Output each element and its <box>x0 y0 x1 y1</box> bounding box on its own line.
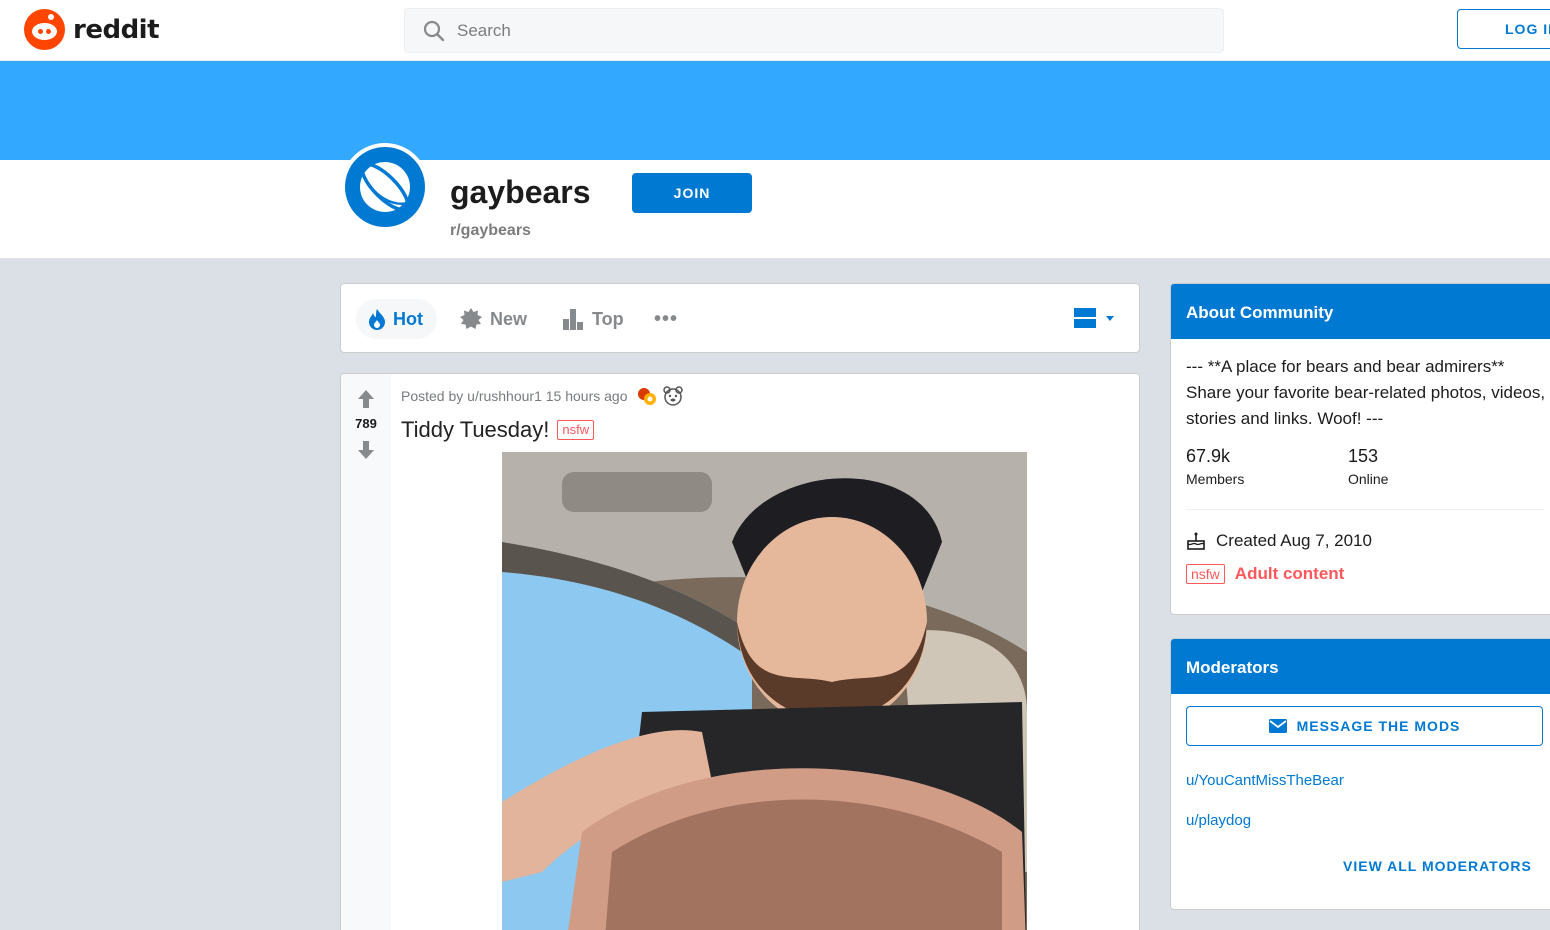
sort-top-label: Top <box>592 308 624 329</box>
subreddit-avatar <box>341 143 429 231</box>
sort-new-label: New <box>490 308 528 329</box>
subreddit-title: gaybears <box>450 174 591 210</box>
sort-hot-button[interactable]: Hot <box>356 299 437 339</box>
message-mods-label: MESSAGE THE MODS <box>1296 718 1461 734</box>
post-title-text: Tiddy Tuesday! <box>401 417 550 442</box>
upvote-icon[interactable] <box>357 389 375 409</box>
top-chart-icon <box>563 309 583 330</box>
mail-icon <box>1268 719 1287 733</box>
post-title[interactable]: Tiddy Tuesday! nsfw <box>401 417 595 443</box>
top-header: reddit LOG IN <box>0 0 1550 61</box>
online-count: 153 <box>1348 446 1379 466</box>
sort-hot-label: Hot <box>393 308 423 329</box>
nsfw-badge: nsfw <box>557 420 595 440</box>
cake-icon <box>1187 532 1205 550</box>
divider <box>1186 509 1544 510</box>
join-button[interactable]: JOIN <box>632 173 752 213</box>
created-date-text: Created Aug 7, 2010 <box>1216 531 1372 550</box>
message-mods-button[interactable]: MESSAGE THE MODS <box>1186 706 1543 746</box>
vote-count: 789 <box>355 416 377 431</box>
selfie-photo <box>502 452 1027 930</box>
post-card[interactable]: 789 Posted by u/rushhour1 15 hours ago T… <box>340 373 1140 930</box>
login-button[interactable]: LOG IN <box>1457 9 1550 49</box>
planet-icon <box>360 162 410 212</box>
about-community-card: About Community --- **A place for bears … <box>1170 283 1550 615</box>
members-count: 67.9k <box>1186 446 1231 466</box>
adult-content-row: nsfw Adult content <box>1186 564 1344 584</box>
post-meta-text: Posted by u/rushhour1 15 hours ago <box>401 388 628 404</box>
sort-new-button[interactable]: New <box>459 299 527 339</box>
award-icon <box>637 388 656 405</box>
about-community-heading: About Community <box>1171 284 1550 339</box>
sort-bar: Hot New Top ••• <box>340 283 1140 353</box>
new-burst-icon <box>460 308 482 329</box>
search-bar[interactable] <box>404 8 1224 53</box>
flame-icon <box>369 309 385 330</box>
downvote-icon[interactable] <box>357 440 375 460</box>
moderators-heading: Moderators <box>1171 639 1550 694</box>
reddit-alien-icon <box>24 9 65 50</box>
created-date: Created Aug 7, 2010 <box>1186 531 1372 551</box>
subreddit-banner <box>0 61 1550 160</box>
more-options-button[interactable]: ••• <box>654 299 678 339</box>
post-image[interactable] <box>502 452 1027 930</box>
reddit-logo[interactable]: reddit <box>24 9 160 50</box>
online-label: Online <box>1348 471 1389 487</box>
layout-toggle-button[interactable] <box>1073 307 1117 329</box>
moderator-link[interactable]: u/playdog <box>1186 812 1251 829</box>
chevron-down-icon <box>1106 316 1114 321</box>
search-input[interactable] <box>457 20 1157 41</box>
logo-wordmark: reddit <box>73 14 160 45</box>
bear-award-icon <box>662 386 683 406</box>
moderator-link[interactable]: u/YouCantMissTheBear <box>1186 772 1344 789</box>
adult-content-label: Adult content <box>1234 564 1345 583</box>
vote-column: 789 <box>341 374 391 930</box>
card-layout-icon <box>1074 308 1096 328</box>
community-description: --- **A place for bears and bear admirer… <box>1186 357 1546 428</box>
moderators-card: Moderators MESSAGE THE MODS u/YouCantMis… <box>1170 638 1550 910</box>
post-meta: Posted by u/rushhour1 15 hours ago <box>401 385 684 407</box>
subreddit-header <box>0 160 1550 258</box>
nsfw-badge: nsfw <box>1186 564 1225 584</box>
search-icon <box>423 20 445 41</box>
view-all-moderators-link[interactable]: VIEW ALL MODERATORS <box>1343 858 1532 874</box>
members-label: Members <box>1186 471 1245 487</box>
subreddit-name: r/gaybears <box>450 222 531 239</box>
sort-top-button[interactable]: Top <box>561 299 624 339</box>
